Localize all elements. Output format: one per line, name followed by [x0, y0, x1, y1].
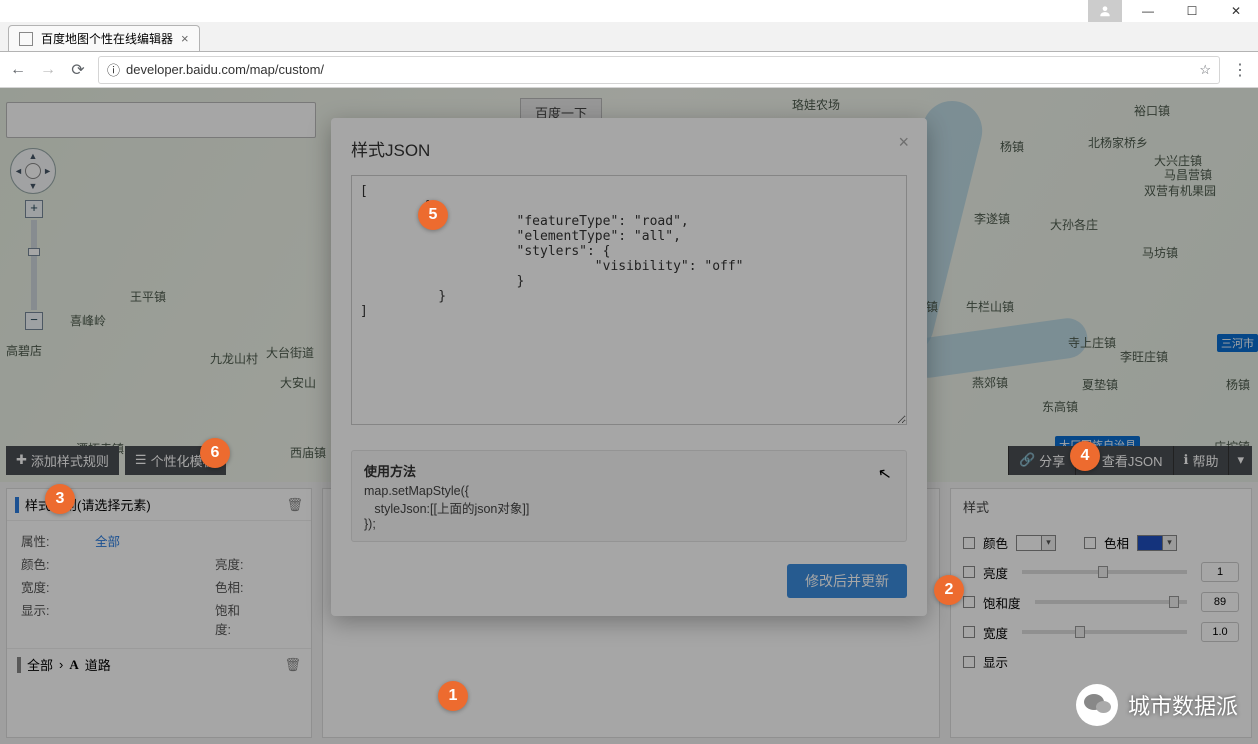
window-titlebar: — ☐ ✕	[0, 0, 1258, 22]
page-content: 百善镇 珞娃农场 裕口镇 杨镇 北杨家桥乡 大兴庄镇 马昌营镇 双营有机果园 大…	[0, 88, 1258, 744]
watermark-text: 城市数据派	[1128, 689, 1238, 721]
url-text: developer.baidu.com/map/custom/	[126, 62, 324, 77]
close-window-button[interactable]: ✕	[1214, 0, 1258, 22]
bookmark-star-icon[interactable]: ☆	[1199, 62, 1211, 78]
watermark: 城市数据派	[1076, 684, 1238, 726]
maximize-button[interactable]: ☐	[1170, 0, 1214, 22]
modal-overlay[interactable]	[0, 88, 1258, 744]
minimize-button[interactable]: —	[1126, 0, 1170, 22]
tabstrip: 百度地图个性在线编辑器 ×	[0, 22, 1258, 52]
annotation-badge-6: 6	[200, 438, 230, 468]
browser-toolbar: ← → ⟳ ⓘ developer.baidu.com/map/custom/ …	[0, 52, 1258, 88]
forward-button[interactable]: →	[38, 60, 58, 80]
wechat-icon	[1076, 684, 1118, 726]
info-icon: ⓘ	[107, 60, 120, 79]
browser-menu-button[interactable]: ⋮	[1230, 60, 1250, 80]
reload-button[interactable]: ⟳	[68, 60, 88, 80]
annotation-badge-1: 1	[438, 681, 468, 711]
annotation-badge-5: 5	[418, 200, 448, 230]
annotation-badge-2: 2	[934, 575, 964, 605]
annotation-badge-4: 4	[1070, 441, 1100, 471]
back-button[interactable]: ←	[8, 60, 28, 80]
close-tab-icon[interactable]: ×	[181, 31, 189, 46]
browser-tab[interactable]: 百度地图个性在线编辑器 ×	[8, 25, 200, 51]
address-bar[interactable]: ⓘ developer.baidu.com/map/custom/ ☆	[98, 56, 1220, 84]
annotation-badge-3: 3	[45, 484, 75, 514]
user-icon[interactable]	[1088, 0, 1122, 22]
tab-title: 百度地图个性在线编辑器	[41, 30, 173, 47]
tab-favicon-icon	[19, 32, 33, 46]
